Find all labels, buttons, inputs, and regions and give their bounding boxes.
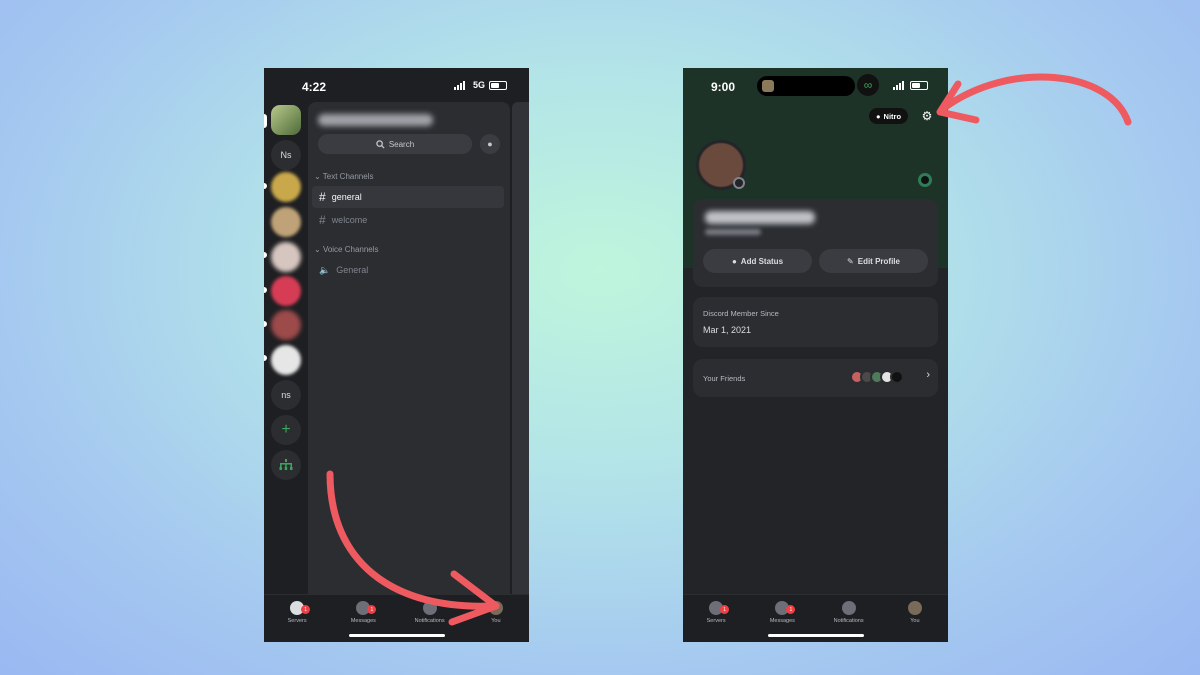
channel-welcome[interactable]: # welcome (312, 209, 504, 231)
tab-label: Notifications (414, 618, 445, 624)
nitro-icon: ● (876, 111, 881, 121)
user-avatar-icon (907, 601, 922, 615)
invite-members-button[interactable]: ● (480, 134, 500, 154)
username-redacted (705, 229, 761, 235)
member-since-label: Discord Member Since (703, 309, 779, 318)
dynamic-island (757, 76, 855, 96)
speech-bubble-icon: ● (731, 256, 737, 266)
profile-card: ● Add Status ✎ Edit Profile (693, 199, 938, 287)
friends-label: Your Friends (703, 374, 746, 383)
user-avatar-icon (488, 601, 503, 615)
bell-icon (841, 601, 856, 615)
annotation-arrows (326, 73, 1132, 626)
chat-panel-peek[interactable] (512, 102, 529, 594)
unread-pip (264, 355, 267, 361)
unread-pip (264, 287, 267, 293)
search-label: Search (388, 139, 415, 149)
your-friends-row[interactable]: Your Friends › (693, 359, 938, 397)
member-since-value: Mar 1, 2021 (703, 325, 752, 335)
add-person-icon: ● (487, 139, 493, 149)
thumbnail (762, 80, 774, 92)
status-bar: 4:22 5G (264, 68, 529, 102)
unread-pip (264, 183, 267, 189)
nitro-button[interactable]: ● Nitro (869, 108, 909, 124)
pencil-icon: ✎ (847, 256, 854, 266)
server-icon[interactable] (271, 276, 301, 306)
search-button[interactable]: Search (318, 134, 472, 154)
server-icon[interactable] (271, 345, 301, 375)
channel-general[interactable]: # general (312, 186, 504, 208)
channel-list-panel: Search ● ⌄ Text Channels # general # welco… (308, 102, 510, 594)
button-label: Edit Profile (857, 256, 900, 266)
tab-label: Messages (350, 618, 376, 624)
tab-you[interactable]: You (885, 595, 945, 642)
add-status-button[interactable]: ● Add Status (703, 249, 812, 273)
category-voice-channels[interactable]: ⌄ Voice Channels (314, 245, 379, 254)
server-icon-active[interactable] (271, 105, 301, 135)
chevron-right-icon: › (926, 369, 930, 381)
tab-label: Servers (287, 618, 307, 624)
signal-icon (893, 81, 904, 90)
discover-hub-icon[interactable] (271, 450, 301, 480)
active-server-pip (264, 114, 267, 128)
server-icon[interactable] (271, 310, 301, 340)
notification-badge: 1 (367, 605, 377, 614)
channel-label: General (336, 265, 369, 275)
notification-badge: 1 (720, 605, 730, 614)
server-icon[interactable] (271, 242, 301, 272)
tab-label: You (491, 618, 501, 624)
server-icon[interactable] (271, 207, 301, 237)
server-rail: Ns ns + (264, 102, 308, 594)
search-icon (376, 139, 385, 149)
signal-icon (454, 81, 465, 90)
tab-you[interactable]: You (466, 595, 526, 642)
member-since-card: Discord Member Since Mar 1, 2021 (693, 297, 938, 347)
category-label: Voice Channels (322, 245, 379, 254)
unread-pip (264, 252, 267, 258)
status-time: 4:22 (302, 80, 327, 94)
tab-servers[interactable]: Servers 1 (267, 595, 327, 642)
notification-badge: 1 (301, 605, 311, 614)
add-server-icon[interactable]: + (271, 415, 301, 445)
tab-label: Notifications (833, 618, 864, 624)
category-label: Text Channels (322, 172, 374, 181)
tab-label: Messages (769, 618, 795, 624)
server-icon[interactable] (271, 172, 301, 202)
channel-label: general (331, 192, 362, 202)
phone-screenshot-servers: 4:22 5G Ns ns + Search ● ⌄ Text Channels (264, 68, 529, 642)
voice-channel-general[interactable]: 🔈 General (312, 259, 504, 281)
unread-pip (264, 321, 267, 327)
link-icon: ∞ (857, 74, 879, 96)
avatar-status-indicator (733, 177, 745, 189)
server-icon-ns[interactable]: Ns (271, 140, 301, 170)
friend-avatar (890, 370, 904, 384)
tab-label: You (910, 618, 920, 624)
tab-servers[interactable]: Servers 1 (686, 595, 746, 642)
home-indicator (348, 634, 445, 637)
arrow-to-settings-gear (940, 73, 1132, 126)
tab-label: Servers (706, 618, 726, 624)
home-indicator (767, 634, 864, 637)
hash-icon: # (319, 190, 326, 204)
nitro-status-icon[interactable] (918, 173, 932, 187)
server-name-redacted (318, 114, 433, 126)
button-label: Add Status (740, 256, 784, 266)
phone-screenshot-profile: 9:00 ∞ ● Nitro ⚙ ● Add Status ✎ Edit Profil… (683, 68, 948, 642)
hash-icon: # (319, 213, 326, 227)
network-label: 5G (472, 80, 485, 90)
category-text-channels[interactable]: ⌄ Text Channels (314, 172, 373, 181)
channel-label: welcome (331, 215, 368, 225)
status-time: 9:00 (711, 80, 736, 94)
edit-profile-button[interactable]: ✎ Edit Profile (819, 249, 928, 273)
bell-icon (422, 601, 437, 615)
settings-gear-icon[interactable]: ⚙ (919, 108, 935, 124)
battery-icon (910, 81, 928, 90)
battery-icon (489, 81, 507, 90)
speaker-icon: 🔈 (319, 264, 331, 275)
server-icon-ns-lower[interactable]: ns (271, 380, 301, 410)
notification-badge: 1 (786, 605, 796, 614)
display-name-redacted (705, 211, 815, 224)
nitro-label: Nitro (883, 111, 902, 121)
